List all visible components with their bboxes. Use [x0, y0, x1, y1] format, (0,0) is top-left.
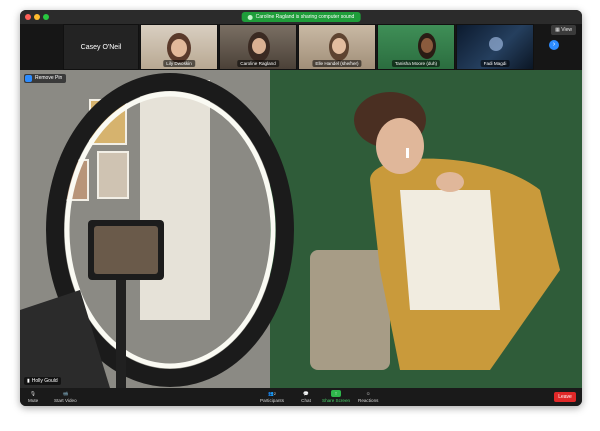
active-speaker-name-tag: ▮ Holly Gould — [24, 377, 61, 385]
active-speaker-name: Holly Gould — [31, 378, 58, 384]
phone-screen — [94, 226, 158, 274]
title-bar: Caroline Ragland is sharing computer sou… — [20, 10, 582, 24]
person-face — [376, 118, 424, 174]
participant-face-lily — [171, 39, 187, 57]
wall-picture-portrait — [97, 151, 129, 199]
next-page-arrow-icon[interactable]: › — [549, 40, 559, 50]
participant-face-caroline — [252, 38, 266, 54]
chat-bubble-icon: 💬 — [303, 390, 309, 396]
sound-share-icon — [247, 14, 253, 20]
share-screen-icon: ↑ — [331, 390, 342, 397]
reactions-smiley-icon: ☺ — [365, 391, 371, 396]
participant-tile-caroline[interactable]: Caroline Ragland — [219, 24, 297, 70]
light-stand — [116, 280, 126, 388]
close-window-button[interactable] — [25, 14, 31, 20]
earbud — [406, 148, 409, 158]
sharing-sound-text: Caroline Ragland is sharing computer sou… — [255, 14, 355, 20]
participant-face-tanisha — [421, 38, 433, 53]
remove-pin-label: Remove Pin — [35, 75, 63, 81]
video-camera-off-icon: 📹 — [62, 390, 69, 396]
chat-label: Chat — [301, 398, 311, 403]
person-hands — [436, 172, 464, 192]
participant-face-elle — [332, 38, 346, 54]
participants-button[interactable]: 👥 2 Participants — [260, 390, 285, 404]
start-video-label: Start Video — [54, 398, 77, 403]
sharing-sound-banner[interactable]: Caroline Ragland is sharing computer sou… — [241, 12, 361, 22]
view-button[interactable]: ▦ View — [551, 25, 576, 35]
remove-pin-button[interactable]: Remove Pin — [24, 74, 67, 83]
participant-tile-fadi[interactable]: Fadi Magdi — [456, 24, 534, 70]
view-grid-icon: ▦ — [555, 27, 560, 33]
minimize-window-button[interactable] — [34, 14, 40, 20]
microphone-icon: 🎙 — [30, 390, 37, 396]
zoom-window-button[interactable] — [43, 14, 49, 20]
participants-icon: 👥 2 — [268, 390, 276, 397]
participant-tile-tanisha[interactable]: Tanisha Moore (duh) — [377, 24, 455, 70]
active-speaker-video: Remove Pin ▮ Holly Gould — [20, 70, 582, 388]
mute-label: Mute — [28, 398, 39, 403]
white-blouse — [400, 190, 500, 310]
curtain — [140, 80, 210, 320]
participant-tile-elle[interactable]: Elle Handel (she/her) — [298, 24, 376, 70]
upholstered-chair — [310, 250, 390, 370]
pin-icon — [25, 75, 32, 82]
participants-label: Participants — [260, 398, 285, 403]
share-screen-label: Share Screen — [322, 398, 351, 403]
start-video-button[interactable]: 📹 Start Video — [54, 390, 77, 404]
chat-button[interactable]: 💬 Chat — [301, 390, 311, 404]
participant-name-elle: Elle Handel (she/her) — [312, 60, 362, 67]
meeting-toolbar: 🎙 Mute 📹 Start Video 👥 2 Participants 💬 C… — [20, 388, 582, 406]
participant-video-fadi — [489, 37, 503, 51]
participant-tile-casey[interactable]: Casey O'Neil — [63, 24, 139, 70]
view-label: View — [561, 27, 572, 33]
participants-count: 2 — [273, 391, 276, 396]
participant-name-caroline: Caroline Ragland — [237, 60, 279, 67]
leave-label: Leave — [558, 394, 572, 400]
participant-name-casey: Casey O'Neil — [80, 43, 122, 51]
reactions-label: Reactions — [358, 398, 379, 403]
leave-meeting-button[interactable]: Leave — [554, 392, 576, 402]
zoom-window: Caroline Ragland is sharing computer sou… — [20, 10, 582, 406]
participant-name-lily: Lily Dwoskin — [163, 60, 195, 67]
participant-name-tanisha: Tanisha Moore (duh) — [391, 60, 441, 67]
share-screen-button[interactable]: ↑ Share Screen — [322, 390, 350, 403]
reactions-button[interactable]: ☺ Reactions — [358, 390, 378, 403]
participant-tile-lily[interactable]: Lily Dwoskin — [140, 24, 218, 70]
participant-name-fadi: Fadi Magdi — [480, 60, 510, 67]
speaker-video-frame — [20, 70, 582, 388]
mute-button[interactable]: 🎙 Mute — [28, 390, 39, 404]
signal-bars-icon: ▮ — [27, 378, 30, 384]
